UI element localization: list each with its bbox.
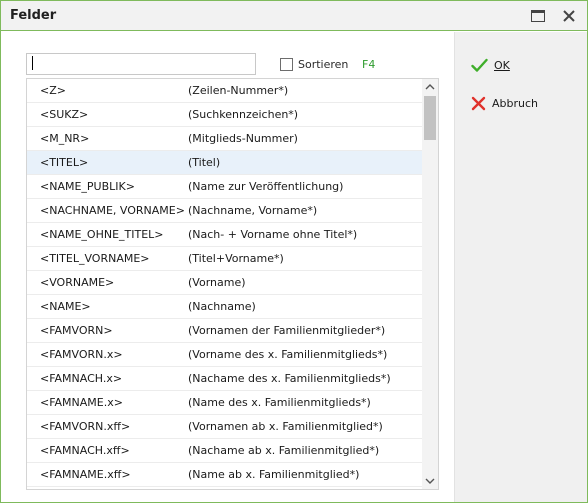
field-list-item[interactable]: <M_NR> (Mitglieds-Nummer) bbox=[27, 127, 422, 151]
field-code: <FAMNACH.x> bbox=[40, 372, 123, 385]
title-bar: Felder bbox=[1, 1, 587, 31]
field-list-item[interactable]: <Z> (Zeilen-Nummer*) bbox=[27, 79, 422, 103]
chevron-down-icon bbox=[425, 478, 435, 484]
dialog-window: Felder Sortieren F4 <Z> (Zeilen-Nummer*) <… bbox=[0, 0, 588, 503]
field-description: (Mitglieds-Nummer) bbox=[188, 132, 298, 145]
field-code: <FAMNAME.xff> bbox=[40, 468, 131, 481]
field-code: <NAME_OHNE_TITEL> bbox=[40, 228, 164, 241]
cross-icon bbox=[471, 96, 486, 110]
field-description: (Titel) bbox=[188, 156, 221, 169]
field-list-item[interactable]: <FAMVORN> (Vornamen der Familienmitgliede… bbox=[27, 319, 422, 343]
text-caret bbox=[32, 56, 33, 70]
vertical-scrollbar[interactable] bbox=[422, 79, 438, 489]
main-content: Sortieren F4 <Z> (Zeilen-Nummer*) <SUKZ> (S… bbox=[1, 32, 454, 502]
cancel-button[interactable]: Abbruch bbox=[471, 91, 571, 115]
field-code: <FAMVORN> bbox=[40, 324, 113, 337]
checkmark-icon bbox=[471, 58, 488, 72]
field-description: (Nachname, Vorname*) bbox=[188, 204, 318, 217]
field-list-item[interactable]: <NAME> (Nachname) bbox=[27, 295, 422, 319]
field-list-item[interactable]: <NAME_PUBLIK> (Name zur Veröffentlichung) bbox=[27, 175, 422, 199]
field-list-item[interactable]: <FAMNAME.xff> (Name ab x. Familienmitglie… bbox=[27, 463, 422, 487]
field-description: (Vorname) bbox=[188, 276, 246, 289]
field-code: <FAMNAME.x> bbox=[40, 396, 123, 409]
field-description: (Nach- + Vorname ohne Titel*) bbox=[188, 228, 358, 241]
field-description: (Vorname des x. Familienmitglieds*) bbox=[188, 348, 388, 361]
field-description: (Name zur Veröffentlichung) bbox=[188, 180, 344, 193]
field-description: (Nachame ab x. Familienmitglied*) bbox=[188, 444, 380, 457]
scroll-thumb[interactable] bbox=[424, 96, 436, 140]
field-description: (Vornamen der Familienmitglieder*) bbox=[188, 324, 386, 337]
field-description: (Name ab x. Familienmitglied*) bbox=[188, 468, 360, 481]
field-list-item[interactable]: <TITEL> (Titel) bbox=[27, 151, 422, 175]
field-list-item[interactable]: <FAMNACH.xff> (Nachame ab x. Familienmitg… bbox=[27, 439, 422, 463]
field-description: (Vornamen ab x. Familienmitglied*) bbox=[188, 420, 383, 433]
maximize-button[interactable] bbox=[527, 5, 549, 27]
field-code: <M_NR> bbox=[40, 132, 90, 145]
field-description: (Titel+Vorname*) bbox=[188, 252, 284, 265]
field-list-item[interactable]: <FAMVORN.xff> (Vornamen ab x. Familienmit… bbox=[27, 415, 422, 439]
field-description: (Suchkennzeichen*) bbox=[188, 108, 299, 121]
field-description: (Nachame des x. Familienmitglieds*) bbox=[188, 372, 391, 385]
close-button[interactable] bbox=[558, 5, 580, 27]
field-code: <FAMNACH.xff> bbox=[40, 444, 130, 457]
ok-button-label: OK bbox=[494, 58, 510, 72]
search-input[interactable] bbox=[26, 53, 256, 75]
chevron-up-icon bbox=[425, 84, 435, 90]
field-code: <Z> bbox=[40, 84, 66, 97]
field-code: <VORNAME> bbox=[40, 276, 115, 289]
field-code: <TITEL> bbox=[40, 156, 89, 169]
sort-checkbox[interactable] bbox=[280, 58, 293, 71]
field-list-item[interactable]: <SUKZ> (Suchkennzeichen*) bbox=[27, 103, 422, 127]
field-code: <NAME_PUBLIK> bbox=[40, 180, 135, 193]
field-code: <TITEL_VORNAME> bbox=[40, 252, 150, 265]
sort-shortcut-hint: F4 bbox=[362, 58, 376, 71]
cancel-button-label: Abbruch bbox=[492, 96, 539, 110]
field-list-item[interactable]: <FAMNACH.x> (Nachame des x. Familienmitgl… bbox=[27, 367, 422, 391]
scroll-down-button[interactable] bbox=[422, 473, 438, 489]
field-list-item[interactable]: <FAMNAME.x> (Name des x. Familienmitglied… bbox=[27, 391, 422, 415]
field-list-item[interactable]: <VORNAME> (Vorname) bbox=[27, 271, 422, 295]
field-description: (Nachname) bbox=[188, 300, 256, 313]
field-code: <SUKZ> bbox=[40, 108, 89, 121]
field-code: <FAMVORN.xff> bbox=[40, 420, 131, 433]
maximize-icon bbox=[531, 10, 545, 22]
field-description: (Zeilen-Nummer*) bbox=[188, 84, 289, 97]
field-code: <FAMVORN.x> bbox=[40, 348, 123, 361]
field-list-item[interactable]: <TITEL_VORNAME> (Titel+Vorname*) bbox=[27, 247, 422, 271]
sort-label[interactable]: Sortieren bbox=[298, 58, 348, 71]
ok-button[interactable]: OK bbox=[471, 53, 571, 77]
field-code: <NACHNAME, VORNAME> bbox=[40, 204, 185, 217]
window-title: Felder bbox=[10, 8, 57, 23]
field-list-item[interactable]: <FAMVORN.x> (Vorname des x. Familienmitgl… bbox=[27, 343, 422, 367]
field-list-item[interactable]: <NACHNAME, VORNAME> (Nachname, Vorname*) bbox=[27, 199, 422, 223]
field-description: (Name des x. Familienmitglieds*) bbox=[188, 396, 371, 409]
scroll-up-button[interactable] bbox=[422, 79, 438, 95]
close-icon bbox=[563, 10, 575, 22]
field-code: <NAME> bbox=[40, 300, 91, 313]
field-list[interactable]: <Z> (Zeilen-Nummer*) <SUKZ> (Suchkennzeiche… bbox=[26, 78, 439, 490]
field-list-item[interactable]: <NAME_OHNE_TITEL> (Nach- + Vorname ohne T… bbox=[27, 223, 422, 247]
